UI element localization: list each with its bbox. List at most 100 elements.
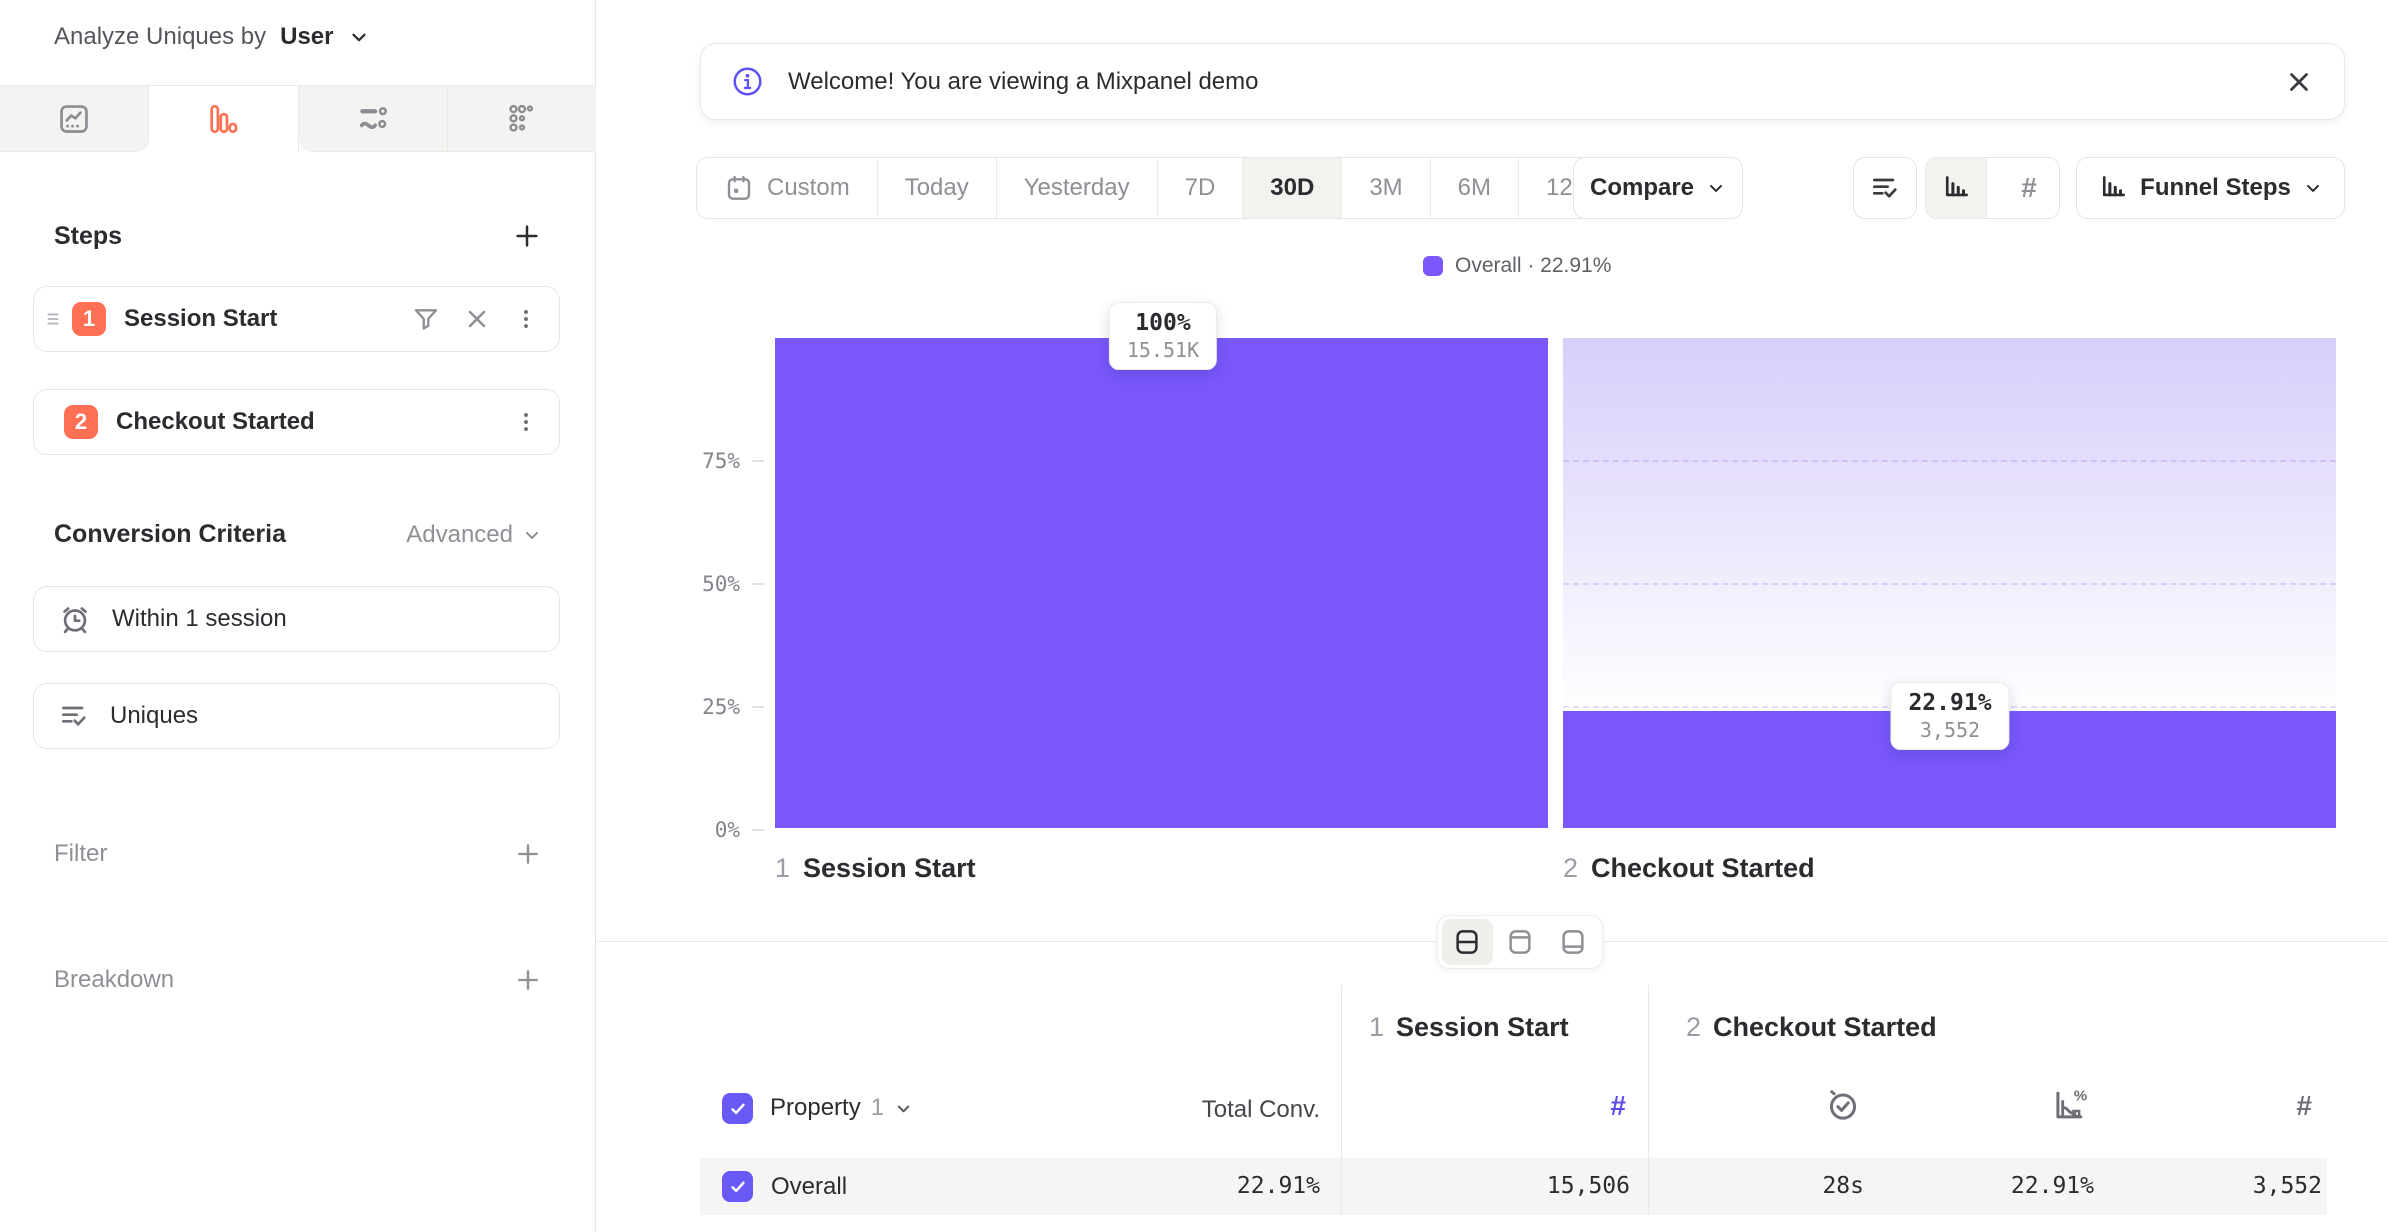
layout-split-horizontal-button[interactable] (1442, 919, 1493, 965)
value-mode-toggle: # (1925, 157, 2060, 219)
table-column-divider (1648, 985, 1649, 1215)
total-conv-header: Total Conv. (1090, 1096, 1320, 1124)
conversion-rate-icon[interactable] (2050, 1086, 2088, 1124)
tooltip-count: 3,552 (1908, 718, 1991, 742)
filter-step-icon[interactable] (411, 304, 441, 334)
table-step-header-1: 1 Session Start (1369, 1012, 1569, 1043)
funnel-chart (775, 338, 2336, 828)
add-breakdown-button[interactable] (514, 966, 542, 994)
counting-method-label: Uniques (110, 702, 198, 730)
tab-insights[interactable] (0, 86, 149, 152)
step-number-badge: 2 (64, 405, 98, 439)
breakdown-section-header: Breakdown (54, 966, 542, 994)
add-step-button[interactable] (512, 221, 542, 251)
row-name: Overall (771, 1173, 847, 1201)
date-range-6m[interactable]: 6M (1431, 158, 1519, 218)
layout-table-bottom-button[interactable] (1547, 919, 1598, 965)
bar-chart-icon (1941, 173, 1971, 203)
analyze-by-value-dropdown[interactable]: User (280, 23, 333, 51)
chart-legend[interactable]: Overall · 22.91% (1423, 254, 1611, 278)
analyze-by-label: Analyze Uniques by (54, 23, 266, 51)
step-kebab-menu-icon[interactable] (513, 409, 539, 435)
hash-icon-metric-count[interactable]: # (1580, 1092, 1626, 1120)
welcome-banner: Welcome! You are viewing a Mixpanel demo (700, 43, 2345, 120)
date-range-label: Custom (767, 174, 850, 202)
tab-funnels[interactable] (149, 86, 298, 152)
y-axis-tick: 75% (660, 449, 740, 473)
hash-icon-metric-count[interactable]: # (2266, 1092, 2312, 1120)
cell-avg-time: 28s (1664, 1173, 1864, 1199)
date-range-selector: Custom Today Yesterday 7D 30D 3M 6M 12M (696, 157, 1621, 219)
view-selector-label: Funnel Steps (2140, 174, 2291, 202)
bar-value-tooltip-step-1: 100% 15.51K (1109, 302, 1217, 370)
chevron-down-icon[interactable] (348, 26, 370, 48)
date-range-yesterday[interactable]: Yesterday (997, 158, 1158, 218)
axis-tickmark (752, 583, 764, 585)
x-axis-label-step-1: 1 Session Start (775, 853, 976, 884)
analyze-by-row: Analyze Uniques by User (54, 16, 370, 58)
conversion-criteria-header: Conversion Criteria Advanced (54, 520, 542, 549)
date-range-label: Yesterday (1024, 174, 1130, 202)
date-range-7d[interactable]: 7D (1158, 158, 1244, 218)
view-selector-funnel-steps[interactable]: Funnel Steps (2076, 157, 2345, 219)
step-label: Session Start (124, 305, 411, 333)
date-range-custom[interactable]: Custom (697, 158, 878, 218)
banner-close-icon[interactable] (2284, 67, 2314, 97)
date-range-label: 30D (1270, 174, 1314, 202)
breakdown-title: Breakdown (54, 966, 174, 994)
axis-tickmark (752, 706, 764, 708)
steps-title: Steps (54, 222, 122, 251)
funnel-bars-icon (206, 102, 240, 136)
filter-section-header: Filter (54, 840, 542, 868)
funnel-bar-step-1[interactable] (775, 338, 1548, 828)
date-range-today[interactable]: Today (878, 158, 997, 218)
gridline-50 (1563, 583, 2336, 585)
number-mode-button[interactable]: # (1999, 158, 2059, 218)
tab-retention[interactable] (448, 86, 596, 152)
step-name: Session Start (803, 853, 976, 884)
cell-total-conv: 22.91% (1120, 1173, 1320, 1199)
avg-time-to-convert-icon[interactable] (1824, 1086, 1862, 1124)
cell-step2-count: 3,552 (2122, 1173, 2322, 1199)
axis-tickmark (752, 829, 764, 831)
list-check-icon (1869, 172, 1901, 204)
step-card-checkout-started[interactable]: 2 Checkout Started (33, 389, 560, 455)
counting-method-card[interactable]: Uniques (33, 683, 560, 749)
metrics-list-button[interactable] (1853, 157, 1917, 219)
select-all-checkbox[interactable] (722, 1093, 753, 1124)
date-range-30d[interactable]: 30D (1243, 158, 1342, 218)
advanced-dropdown[interactable]: Advanced (406, 521, 542, 549)
legend-label: Overall · 22.91% (1455, 254, 1611, 278)
advanced-label: Advanced (406, 521, 513, 549)
date-range-label: 7D (1185, 174, 1216, 202)
property-selector[interactable]: Property 1 (770, 1094, 913, 1122)
add-filter-button[interactable] (514, 840, 542, 868)
row-checkbox-overall[interactable] (722, 1171, 753, 1202)
step-card-session-start[interactable]: 1 Session Start (33, 286, 560, 352)
date-range-3m[interactable]: 3M (1342, 158, 1430, 218)
funnel-dropoff-gradient (1563, 338, 2336, 711)
conversion-window-card[interactable]: Within 1 session (33, 586, 560, 652)
calendar-icon (724, 173, 754, 203)
chevron-down-icon (2303, 178, 2323, 198)
chart-mode-button[interactable] (1926, 158, 1987, 218)
chevron-down-icon (1706, 178, 1726, 198)
mixpanel-funnel-app: Analyze Uniques by User Steps 1 (0, 0, 2388, 1232)
tooltip-count: 15.51K (1127, 338, 1199, 362)
report-type-tabs (0, 85, 596, 152)
insights-icon (57, 102, 91, 136)
cell-conv-rate: 22.91% (1894, 1173, 2094, 1199)
compare-label: Compare (1590, 174, 1694, 202)
split-middle-icon (1452, 927, 1482, 957)
step-index: 2 (1563, 853, 1578, 884)
tab-flows[interactable] (299, 86, 448, 152)
drag-handle-icon[interactable] (42, 308, 64, 330)
remove-step-icon[interactable] (463, 305, 491, 333)
list-check-icon (58, 700, 90, 732)
panel-layout-toggles (1437, 915, 1603, 969)
layout-chart-top-button[interactable] (1495, 919, 1546, 965)
compare-button[interactable]: Compare (1573, 157, 1743, 219)
date-range-label: 6M (1458, 174, 1491, 202)
cell-step1-count: 15,506 (1430, 1173, 1630, 1199)
step-kebab-menu-icon[interactable] (513, 306, 539, 332)
